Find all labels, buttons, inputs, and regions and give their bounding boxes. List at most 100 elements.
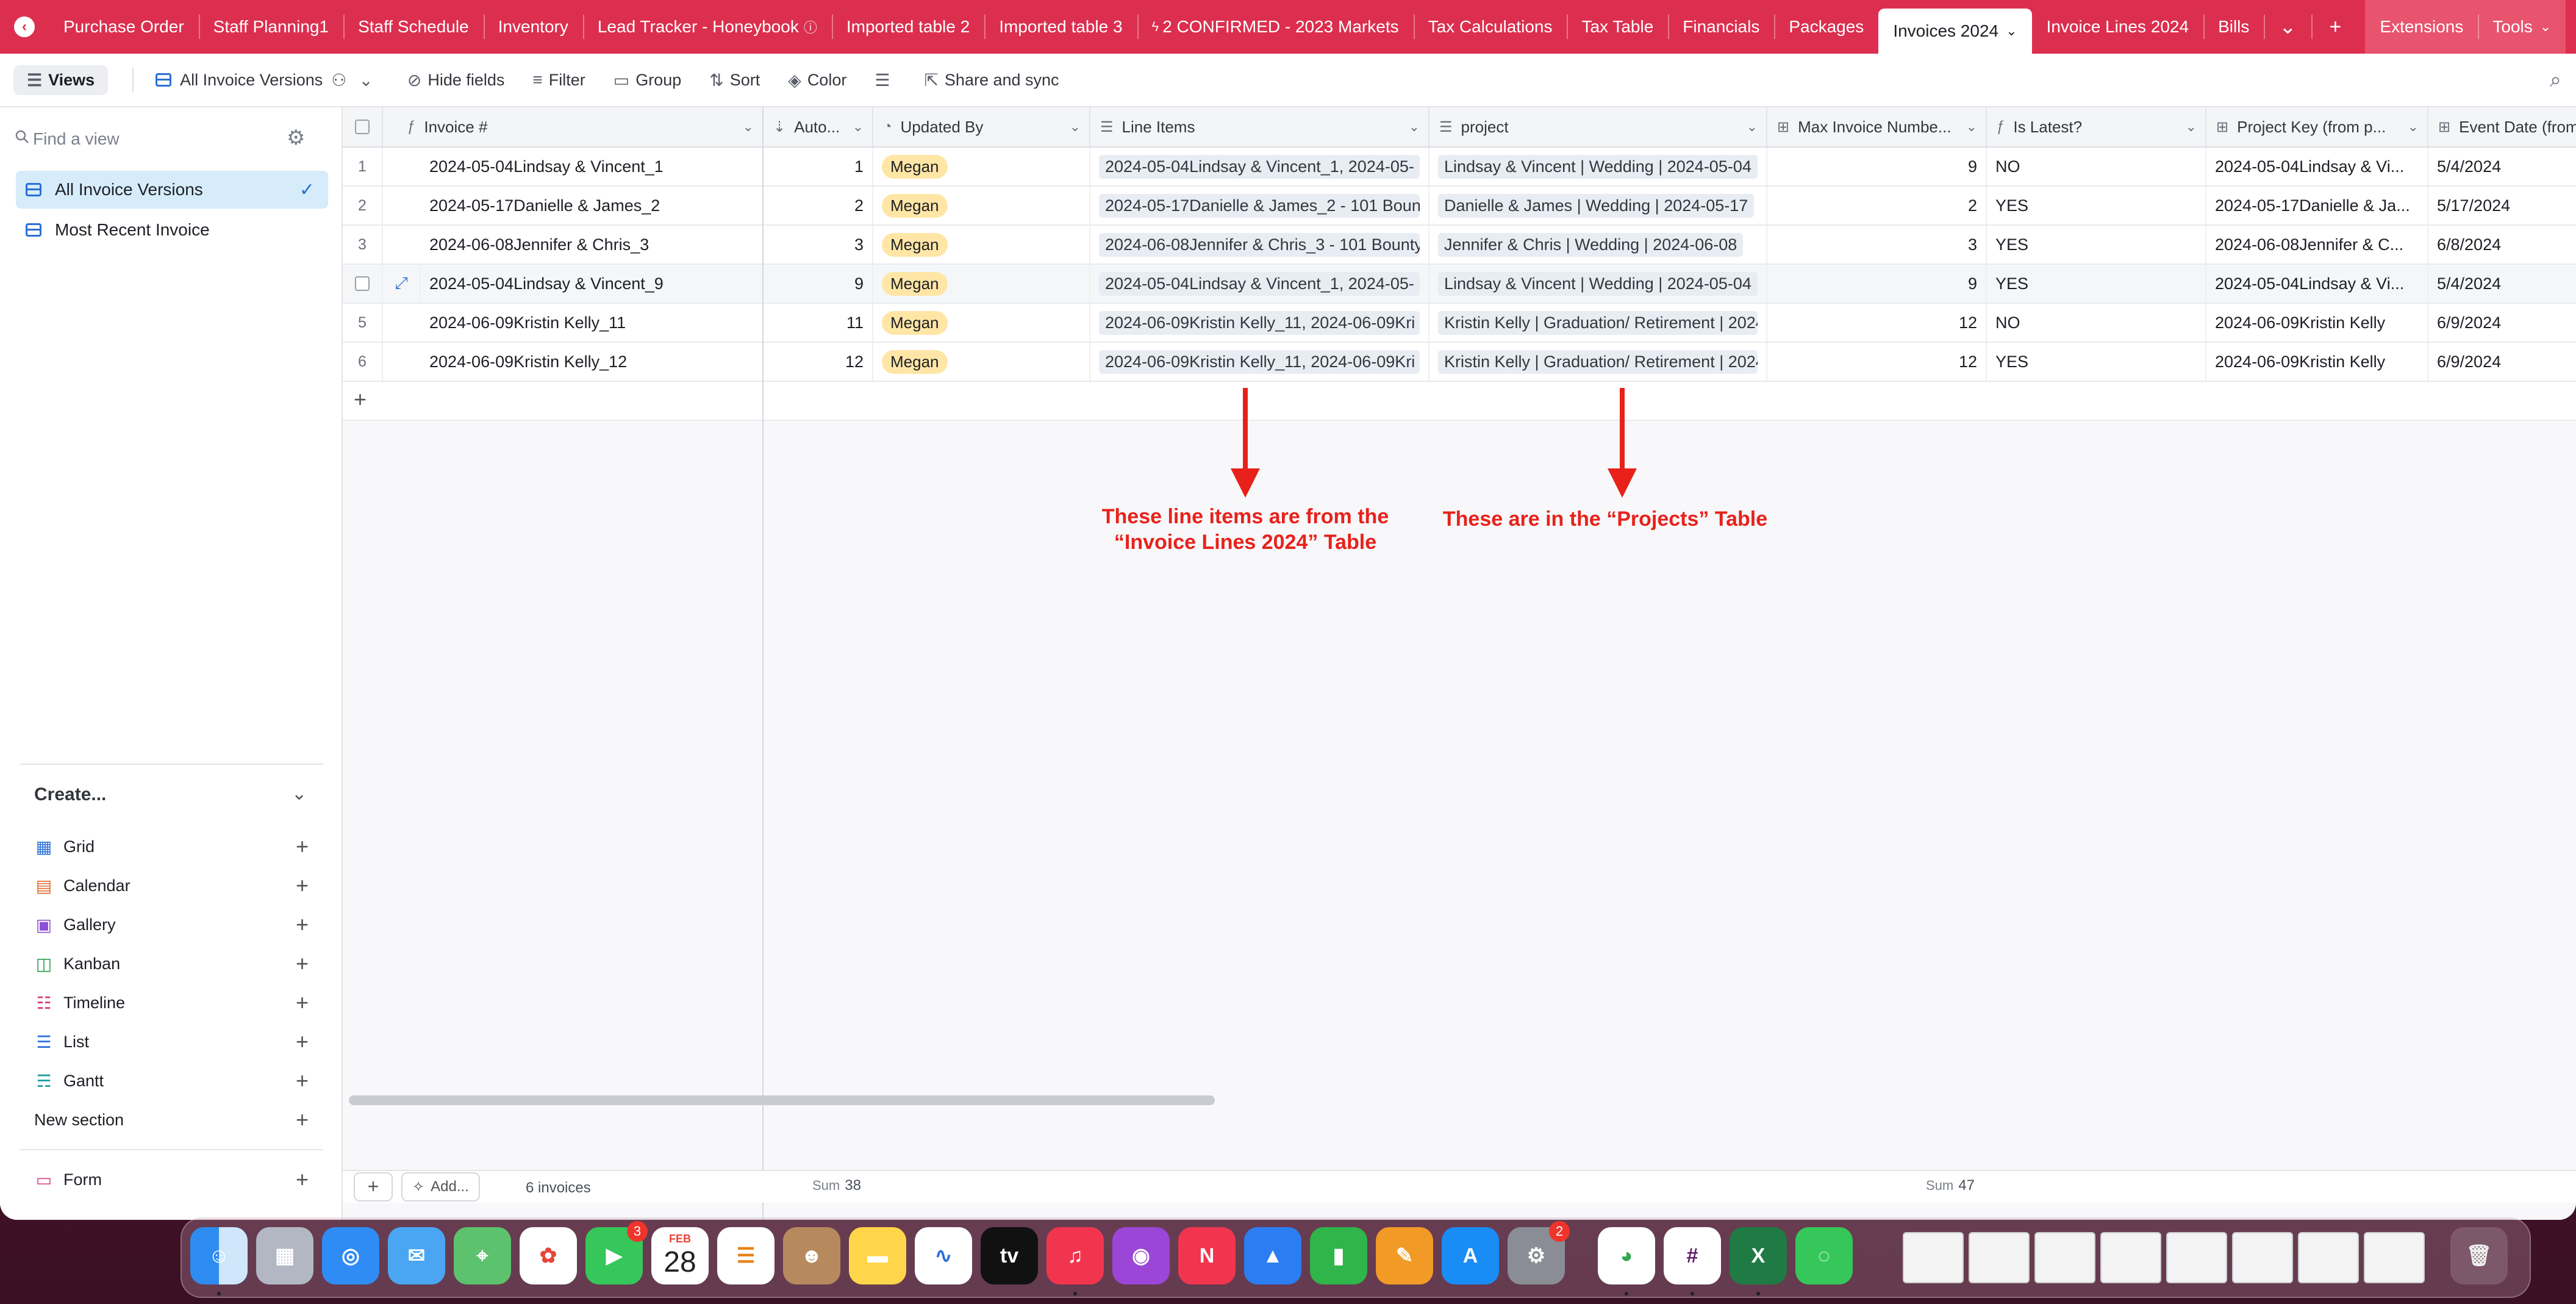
share-and-sync-button[interactable]: ⇱ Share and sync (924, 70, 1059, 90)
pages-icon[interactable]: ✎ (1376, 1227, 1433, 1284)
tab-purchase-order[interactable]: Purchase Order (49, 0, 199, 54)
calendar-month: FEB (669, 1233, 691, 1245)
contacts-icon[interactable]: ☻ (783, 1227, 840, 1284)
row-height-icon: ☰ (875, 70, 890, 90)
new-section-label: New section (34, 1110, 124, 1129)
chrome-icon[interactable]: ◕ (1598, 1227, 1655, 1295)
tab-confirmed-2023-markets[interactable]: ϟ2 CONFIRMED - 2023 Markets (1137, 0, 1414, 54)
tools-button[interactable]: Tools ⌄ (2478, 0, 2566, 54)
minimized-window-thumbnail[interactable] (2298, 1232, 2359, 1283)
filter-button[interactable]: ≡ Filter (532, 70, 585, 90)
running-dot (217, 1292, 221, 1295)
tab-packages[interactable]: Packages (1774, 0, 1878, 54)
create-list[interactable]: ☰ List + (34, 1028, 309, 1055)
grid-view-icon (156, 73, 172, 87)
sum-label: Sum (1926, 1178, 1954, 1193)
add-with-ai-button[interactable]: ✧ Add... (401, 1172, 480, 1202)
more-tables-chevron-icon[interactable]: ⌄ (2264, 0, 2311, 54)
create-item-label: Kanban (63, 954, 121, 973)
hide-fields-button[interactable]: ⊘ Hide fields (407, 70, 505, 90)
chevron-down-icon[interactable]: ⌄ (292, 783, 307, 804)
create-form[interactable]: ▭ Form + (34, 1166, 309, 1193)
slack-icon[interactable]: # (1664, 1227, 1721, 1295)
tab-bills[interactable]: Bills (2203, 0, 2264, 54)
extensions-button[interactable]: Extensions (2365, 0, 2478, 54)
messages-icon[interactable]: ◌ (1795, 1227, 1853, 1284)
grid-icon: ▦ (35, 837, 52, 856)
sidebar-view-most-recent-invoice[interactable]: Most Recent Invoice (16, 211, 328, 249)
auto-sum-summary[interactable]: Sum 38 (812, 1177, 861, 1194)
minimized-window-thumbnail[interactable] (1969, 1232, 2030, 1283)
group-button[interactable]: ▭ Group (614, 70, 682, 90)
minimized-window-thumbnail[interactable] (2034, 1232, 2095, 1283)
sidebar-view-all-invoice-versions[interactable]: All Invoice Versions ✓ (16, 171, 328, 209)
gear-icon[interactable]: ⚙ (287, 126, 305, 150)
create-gallery[interactable]: ▣ Gallery + (34, 911, 309, 938)
trash-icon[interactable]: 🗑 (2450, 1227, 2508, 1284)
podcasts-icon[interactable]: ◉ (1112, 1227, 1170, 1284)
excel-icon[interactable]: X (1730, 1227, 1787, 1295)
add-record-button[interactable]: + (354, 1172, 393, 1202)
news-icon[interactable]: N (1178, 1227, 1236, 1284)
numbers-icon[interactable]: ▮ (1310, 1227, 1367, 1284)
tab-imported-table-3[interactable]: Imported table 3 (984, 0, 1137, 54)
keynote-icon[interactable]: ▲ (1244, 1227, 1301, 1284)
create-gantt[interactable]: ☴ Gantt + (34, 1067, 309, 1094)
minimized-window-thumbnail[interactable] (1903, 1232, 1964, 1283)
minimized-window-thumbnail[interactable] (2232, 1232, 2293, 1283)
create-heading[interactable]: Create... (34, 784, 106, 805)
current-view-switcher[interactable]: All Invoice Versions ⚇ ⌄ (156, 70, 379, 90)
safari-icon[interactable]: ◎ (322, 1227, 379, 1284)
arrow-left (1231, 388, 1260, 498)
row-height-button[interactable]: ☰ (875, 70, 896, 90)
apple-tv-icon[interactable]: tv (981, 1227, 1038, 1284)
sort-button[interactable]: ⇅ Sort (709, 70, 760, 90)
tab-tax-calculations[interactable]: Tax Calculations (1413, 0, 1567, 54)
freeform-icon[interactable]: ∿ (915, 1227, 972, 1284)
app-store-icon[interactable]: A (1442, 1227, 1499, 1284)
search-icon[interactable]: ⌕ (2550, 68, 2561, 92)
share-icon: ⇱ (924, 70, 939, 90)
tab-staff-planning1[interactable]: Staff Planning1 (198, 0, 343, 54)
reminders-icon[interactable]: ☰ (717, 1227, 775, 1284)
music-icon[interactable]: ♫ (1046, 1227, 1104, 1295)
tab-tax-table[interactable]: Tax Table (1567, 0, 1668, 54)
tab-lead-tracker[interactable]: Lead Tracker - Honeybook ⓘ (582, 0, 832, 54)
tab-label: Staff Planning1 (213, 17, 329, 36)
mail-icon[interactable]: ✉ (388, 1227, 445, 1284)
create-grid[interactable]: ▦ Grid + (34, 833, 309, 860)
horizontal-scrollbar[interactable] (349, 1095, 1215, 1105)
minimized-window-thumbnail[interactable] (2100, 1232, 2161, 1283)
create-new-section[interactable]: New section + (34, 1106, 309, 1133)
minimized-window-thumbnail[interactable] (2364, 1232, 2425, 1283)
photos-icon[interactable]: ✿ (520, 1227, 577, 1284)
finder-icon[interactable]: ☺ (190, 1227, 248, 1295)
tab-imported-table-2[interactable]: Imported table 2 (831, 0, 984, 54)
tab-financials[interactable]: Financials (1668, 0, 1774, 54)
lightning-icon: ϟ (1151, 19, 1159, 34)
tab-inventory[interactable]: Inventory (483, 0, 583, 54)
tab-invoices-2024[interactable]: Invoices 2024 ⌄ (1878, 9, 2032, 54)
color-button[interactable]: ◈ Color (788, 70, 846, 90)
create-kanban[interactable]: ◫ Kanban + (34, 950, 309, 977)
add-table-plus-icon[interactable]: + (2311, 0, 2359, 54)
create-calendar[interactable]: ▤ Calendar + (34, 872, 309, 899)
minimized-window-thumbnail[interactable] (2166, 1232, 2227, 1283)
system-settings-icon[interactable]: ⚙ 2 (1508, 1221, 1570, 1284)
views-toggle-button[interactable]: ☰ Views (13, 65, 109, 95)
back-button[interactable]: ‹ (0, 0, 49, 54)
sort-label: Sort (729, 70, 760, 89)
facetime-icon[interactable]: ▶ 3 (585, 1221, 648, 1284)
launchpad-icon[interactable]: ▦ (256, 1227, 313, 1284)
find-view-input[interactable]: Find a view (33, 129, 120, 149)
max-invoice-sum-summary[interactable]: Sum 47 (1926, 1177, 1975, 1194)
notes-icon[interactable]: ▬ (849, 1227, 906, 1284)
calendar-app-icon[interactable]: FEB 28 (651, 1227, 709, 1284)
maps-icon[interactable]: ⌖ (454, 1227, 511, 1284)
create-timeline[interactable]: ☷ Timeline + (34, 989, 309, 1016)
tab-staff-schedule[interactable]: Staff Schedule (343, 0, 484, 54)
plus-icon: + (295, 1107, 309, 1132)
tab-invoice-lines-2024[interactable]: Invoice Lines 2024 (2032, 0, 2204, 54)
divider (20, 1149, 323, 1150)
create-item-label: List (63, 1032, 90, 1051)
